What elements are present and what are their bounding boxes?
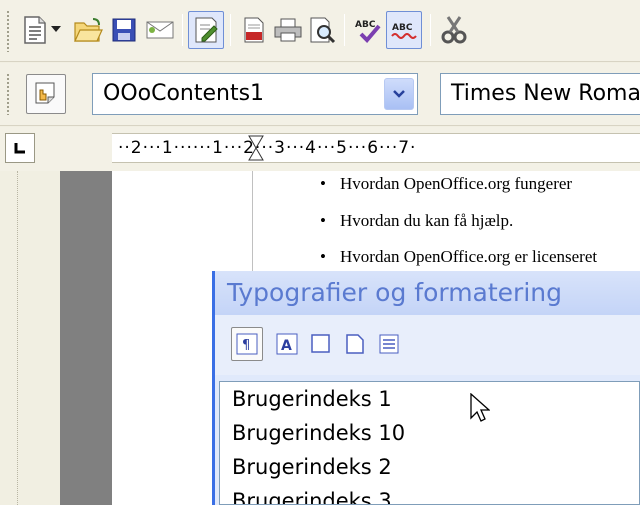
paragraph-style-value: OOoContents1 (103, 81, 265, 106)
mouse-cursor-icon (470, 393, 490, 422)
page-gap (60, 171, 112, 505)
list-styles-icon (379, 334, 399, 354)
font-name-value: Times New Roman (451, 81, 640, 106)
print-button[interactable] (270, 11, 306, 49)
new-document-icon (24, 16, 46, 44)
writer-window: ABC ABC OOoContents1 Times New Roman ··2… (0, 0, 640, 505)
styles-formatting-window: Typografier og formatering ¶ A Brugerind… (212, 271, 640, 505)
window-title[interactable]: Typografier og formatering (215, 271, 640, 315)
list-item[interactable]: • Hvordan OpenOffice.org er licenseret (320, 247, 597, 267)
paragraph-style-combo[interactable]: OOoContents1 (92, 73, 418, 115)
edit-file-button[interactable] (188, 11, 224, 49)
style-list[interactable]: Brugerindeks 1 Brugerindeks 10 Brugerind… (219, 381, 640, 505)
styles-formatting-icon (35, 82, 55, 104)
page-styles-icon (346, 334, 364, 354)
list-item[interactable]: • Hvordan OpenOffice.org fungerer (320, 174, 572, 194)
left-tab-icon (14, 143, 25, 154)
new-document-dropdown[interactable] (46, 11, 66, 49)
save-icon (112, 18, 136, 42)
toolbar-grip[interactable] (6, 73, 10, 115)
list-item-text: Hvordan du kan få hjælp. (340, 211, 514, 230)
tab-stop-selector[interactable] (5, 133, 35, 163)
spellcheck-icon: ABC (355, 20, 381, 43)
email-icon (146, 21, 174, 39)
page-preview-icon (310, 17, 336, 44)
svg-text:A: A (281, 338, 292, 354)
style-list-item[interactable]: Brugerindeks 2 (220, 450, 639, 484)
svg-text:ABC: ABC (355, 20, 376, 30)
style-category-toolbar: ¶ A (215, 315, 640, 375)
style-list-item[interactable]: Brugerindeks 3 (220, 484, 639, 504)
autospellcheck-icon: ABC (391, 23, 417, 39)
export-pdf-icon (244, 17, 264, 43)
cut-button[interactable] (436, 11, 472, 49)
autospellcheck-button[interactable]: ABC (386, 11, 422, 49)
style-list-item[interactable]: Brugerindeks 1 (220, 382, 639, 416)
export-pdf-button[interactable] (236, 11, 272, 49)
toolbar-separator (344, 14, 345, 46)
print-icon (274, 18, 302, 42)
toolbar-separator (430, 14, 431, 46)
paragraph-styles-icon: ¶ (236, 333, 258, 355)
toolbar-separator (182, 14, 183, 46)
style-list-item[interactable]: Brugerindeks 10 (220, 416, 639, 450)
open-folder-icon (74, 18, 103, 42)
svg-text:ABC: ABC (392, 23, 413, 33)
horizontal-ruler[interactable]: ··2···1······1···2···3···4···5···6···7· (112, 133, 640, 163)
toolbar-separator (230, 14, 231, 46)
styles-formatting-button[interactable] (26, 74, 66, 114)
list-styles-button[interactable] (373, 327, 405, 361)
spellcheck-button[interactable]: ABC (350, 11, 386, 49)
indent-marker-icon[interactable] (248, 135, 264, 163)
frame-styles-icon (311, 334, 330, 353)
character-styles-icon: A (276, 333, 298, 355)
toolbar-grip[interactable] (6, 10, 10, 52)
paragraph-style-dropdown[interactable] (384, 78, 414, 110)
ruler-ticks: ··2···1······1···2···3···4···5···6···7· (118, 138, 417, 158)
open-button[interactable] (70, 11, 106, 49)
paragraph-styles-button[interactable]: ¶ (231, 327, 263, 361)
font-name-combo[interactable]: Times New Roman (440, 73, 640, 115)
combo-dropdown-icon (393, 90, 405, 98)
page-styles-button[interactable] (339, 327, 371, 361)
frame-styles-button[interactable] (305, 327, 337, 361)
email-button[interactable] (142, 11, 178, 49)
list-item-text: Hvordan OpenOffice.org er licenseret (340, 247, 598, 266)
standard-toolbar: ABC ABC (0, 0, 640, 62)
vertical-ruler-line (17, 171, 18, 505)
edit-file-icon (195, 17, 218, 43)
svg-text:¶: ¶ (242, 338, 250, 353)
formatting-toolbar: OOoContents1 Times New Roman (0, 63, 640, 126)
dropdown-arrow-icon (51, 26, 61, 32)
ruler-bar: ··2···1······1···2···3···4···5···6···7· (0, 127, 640, 171)
character-styles-button[interactable]: A (271, 327, 303, 361)
list-item[interactable]: • Hvordan du kan få hjælp. (320, 211, 513, 231)
save-button[interactable] (106, 11, 142, 49)
list-item-text: Hvordan OpenOffice.org fungerer (340, 174, 573, 193)
cut-icon (441, 16, 467, 44)
page-preview-button[interactable] (304, 11, 340, 49)
